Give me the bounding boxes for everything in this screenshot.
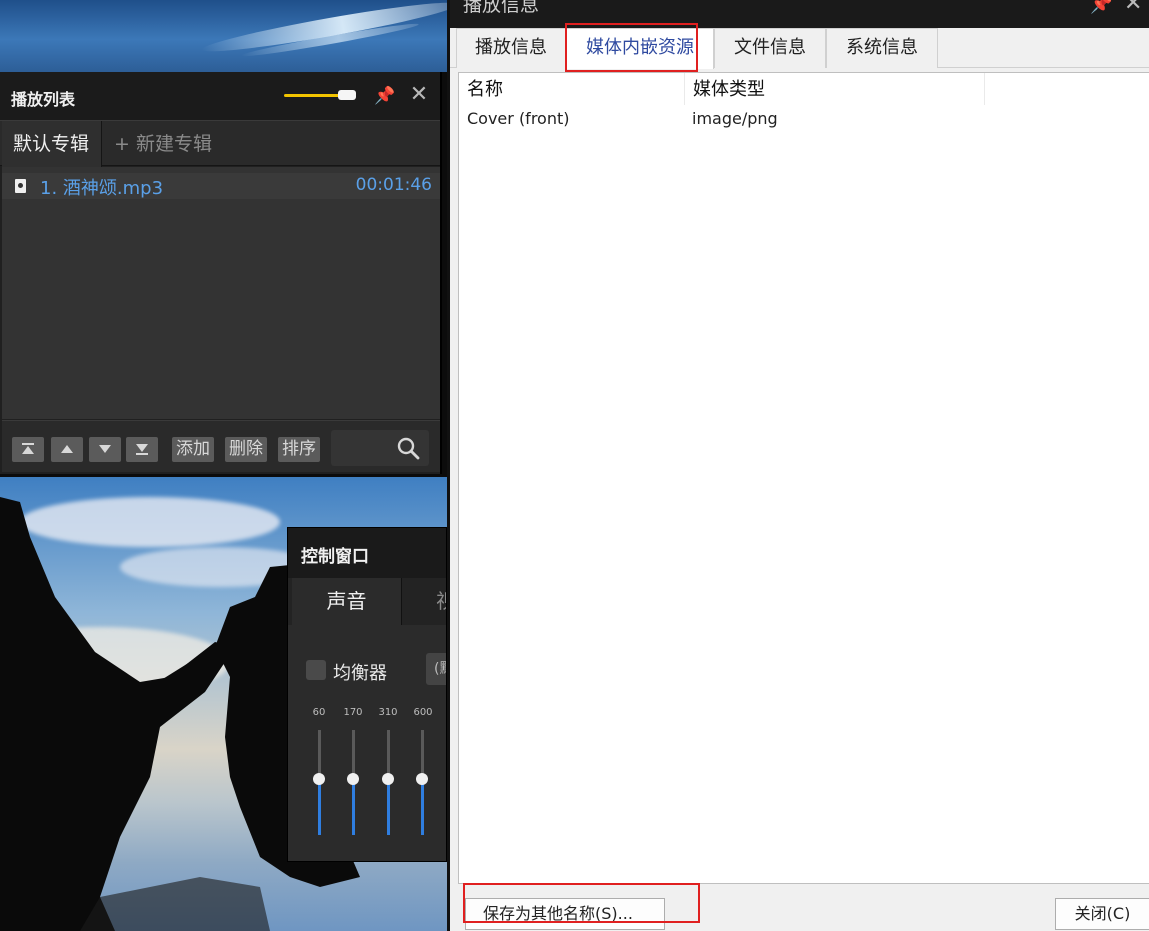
playlist-list: 1. 酒神颂.mp3 00:01:46 — [2, 167, 440, 419]
sort-button[interactable]: 排序 — [278, 437, 320, 462]
resource-type: image/png — [692, 109, 778, 128]
tab-file-info[interactable]: 文件信息 — [714, 28, 826, 68]
background-artwork-top — [0, 0, 447, 72]
playlist-header: 播放列表 📌 ✕ — [0, 72, 440, 120]
tab-playback-info[interactable]: 播放信息 — [456, 28, 566, 68]
column-header-name[interactable]: 名称 — [459, 73, 685, 105]
playlist-title: 播放列表 — [11, 90, 76, 109]
equalizer-checkbox[interactable] — [306, 660, 326, 680]
pin-icon[interactable]: 📌 — [374, 85, 396, 107]
close-button[interactable]: 关闭(C) — [1055, 898, 1149, 930]
search-input[interactable] — [331, 430, 429, 466]
playback-info-dialog: 播放信息 📌 ✕ 播放信息 媒体内嵌资源 文件信息 系统信息 名称 媒体类型 C… — [447, 0, 1149, 931]
move-down-icon — [99, 445, 111, 453]
move-bottom-icon — [136, 444, 148, 455]
band-label: 310 — [378, 707, 398, 718]
delete-button[interactable]: 删除 — [225, 437, 267, 462]
sound-settings: 均衡器 (默 60 170 310 600 — [288, 625, 446, 861]
eq-band-fill — [352, 783, 355, 835]
tab-default-album[interactable]: 默认专辑 — [2, 121, 102, 167]
eq-band-fill — [387, 783, 390, 835]
column-header-media-type[interactable]: 媒体类型 — [685, 73, 985, 105]
playlist-panel: 播放列表 📌 ✕ 默认专辑 + 新建专辑 1. 酒神颂.mp3 00:01:46 — [0, 72, 442, 474]
move-top-icon — [22, 443, 34, 454]
resource-name: Cover (front) — [467, 109, 570, 128]
control-window-title: 控制窗口 — [301, 547, 369, 567]
search-icon[interactable] — [396, 436, 420, 460]
volume-slider[interactable] — [284, 90, 356, 100]
move-up-button[interactable] — [51, 437, 83, 462]
move-bottom-button[interactable] — [126, 437, 158, 462]
resource-list: 名称 媒体类型 Cover (front) image/png — [458, 72, 1149, 884]
highlight-box-save — [463, 883, 700, 923]
list-item[interactable]: 1. 酒神颂.mp3 00:01:46 — [2, 173, 440, 199]
playlist-toolbar: 添加 删除 排序 — [2, 420, 440, 472]
eq-band-knob[interactable] — [347, 773, 359, 785]
equalizer-preset-select[interactable]: (默 — [426, 653, 446, 685]
control-window: 控制窗口 声音 视 均衡器 (默 60 170 310 600 — [287, 527, 447, 862]
add-button[interactable]: 添加 — [172, 437, 214, 462]
eq-band-knob[interactable] — [416, 773, 428, 785]
track-duration: 00:01:46 — [355, 175, 432, 195]
close-icon[interactable]: ✕ — [408, 84, 430, 106]
move-top-button[interactable] — [12, 437, 44, 462]
eq-band-fill — [421, 783, 424, 835]
band-label: 600 — [413, 707, 433, 718]
cloud-streak — [200, 0, 447, 59]
tab-video[interactable]: 视 — [436, 578, 446, 625]
pin-icon[interactable]: 📌 — [1090, 0, 1112, 15]
highlight-box-tab — [565, 23, 698, 72]
music-file-icon — [15, 179, 26, 193]
playlist-tabs: 默认专辑 + 新建专辑 — [0, 120, 440, 167]
track-name: 1. 酒神颂.mp3 — [40, 178, 164, 199]
dialog-title: 播放信息 — [463, 0, 540, 16]
new-album-button[interactable]: + 新建专辑 — [114, 121, 212, 167]
eq-band-knob[interactable] — [313, 773, 325, 785]
move-up-icon — [61, 445, 73, 453]
dialog-tabs: 播放信息 媒体内嵌资源 文件信息 系统信息 — [450, 28, 1149, 69]
volume-thumb[interactable] — [338, 90, 356, 100]
control-tabs: 声音 视 — [288, 578, 446, 625]
dialog-titlebar: 播放信息 📌 ✕ — [450, 0, 1149, 28]
equalizer-label: 均衡器 — [333, 663, 387, 684]
close-icon[interactable]: ✕ — [1124, 0, 1142, 16]
eq-band-fill — [318, 783, 321, 835]
band-label: 60 — [312, 707, 326, 718]
tab-system-info[interactable]: 系统信息 — [826, 28, 938, 68]
eq-band-knob[interactable] — [382, 773, 394, 785]
tab-sound[interactable]: 声音 — [292, 578, 402, 625]
move-down-button[interactable] — [89, 437, 121, 462]
band-label: 170 — [343, 707, 363, 718]
